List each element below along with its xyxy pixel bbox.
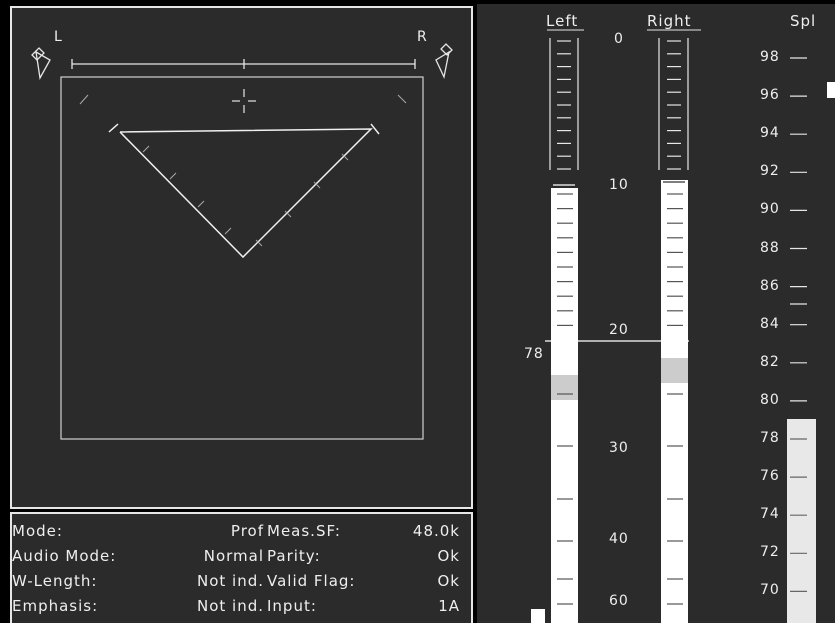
spl-scale-label: 72	[760, 544, 780, 561]
left-level-bar	[551, 188, 578, 623]
emphasis-label: Emphasis:	[12, 597, 99, 615]
spl-scale-label: 88	[760, 239, 780, 256]
spl-scale-label: 94	[760, 125, 780, 142]
meter-panel: Left Right Spl 0 10 20 30 40 60 78 98 96 9…	[477, 4, 835, 623]
mode-label: Mode:	[12, 522, 63, 540]
crosshair-icon	[232, 89, 256, 113]
spl-scale-label: 96	[760, 87, 780, 104]
spl-scale-label: 98	[760, 49, 780, 65]
spl-level-bar	[787, 419, 816, 623]
meas-sf-value: 48.0k	[412, 522, 460, 540]
input-value: 1A	[438, 597, 460, 615]
soundfield-triangle	[108, 123, 380, 259]
stereo-baseline	[71, 59, 416, 69]
left-channel-label: L	[54, 29, 63, 45]
right-meter-label: Right	[647, 12, 692, 30]
scale-label-0: 0	[614, 31, 624, 47]
scale-label-40: 40	[609, 531, 629, 547]
valid-flag-label: Valid Flag:	[267, 572, 356, 590]
meas-sf-label: Meas.SF:	[267, 522, 341, 540]
overload-indicator	[531, 609, 545, 623]
spl-scale-label: 82	[760, 353, 780, 370]
wlength-label: W-Length:	[12, 572, 98, 590]
audio-mode-label: Audio Mode:	[12, 547, 117, 565]
emphasis-value: Not ind.	[196, 597, 264, 615]
spl-scale-label: 70	[760, 582, 780, 599]
audio-mode-value: Normal	[203, 547, 264, 565]
reference-level-label: 78	[524, 346, 544, 362]
spl-scale-label: 80	[760, 391, 780, 408]
valid-flag-value: Ok	[437, 572, 460, 590]
scale-label-10: 10	[609, 177, 629, 193]
scale-label-60: 60	[609, 593, 629, 609]
scale-label-20: 20	[609, 322, 629, 338]
status-panel: Mode: Prof Audio Mode: Normal W-Length: …	[10, 512, 473, 623]
wlength-value: Not ind.	[196, 572, 264, 590]
level-meters	[531, 29, 835, 623]
left-speaker-icon	[31, 47, 51, 80]
spl-scale-label: 76	[760, 468, 780, 485]
spl-scale-label: 90	[760, 201, 780, 218]
mode-value: Prof	[230, 522, 264, 540]
right-peak-indicator	[661, 358, 688, 383]
spl-meter-label: Spl	[790, 12, 817, 30]
input-label: Input:	[267, 597, 317, 615]
left-peak-indicator	[551, 375, 578, 400]
spl-scale-label: 92	[760, 163, 780, 180]
soundfield-graphic	[31, 43, 453, 440]
parity-label: Parity:	[267, 547, 321, 565]
spl-scale-label: 78	[760, 430, 780, 446]
spl-scale-label: 84	[760, 315, 780, 332]
spl-scale-label: 86	[760, 277, 780, 294]
spl-peak-marker	[827, 82, 835, 98]
scale-label-30: 30	[609, 440, 629, 456]
right-channel-label: R	[417, 29, 428, 45]
right-level-bar	[661, 180, 688, 623]
right-speaker-icon	[435, 43, 453, 80]
parity-value: Ok	[437, 547, 460, 565]
left-meter-label: Left	[546, 12, 579, 30]
soundfield-display: L R	[10, 6, 473, 509]
spl-scale-label: 74	[760, 506, 780, 523]
